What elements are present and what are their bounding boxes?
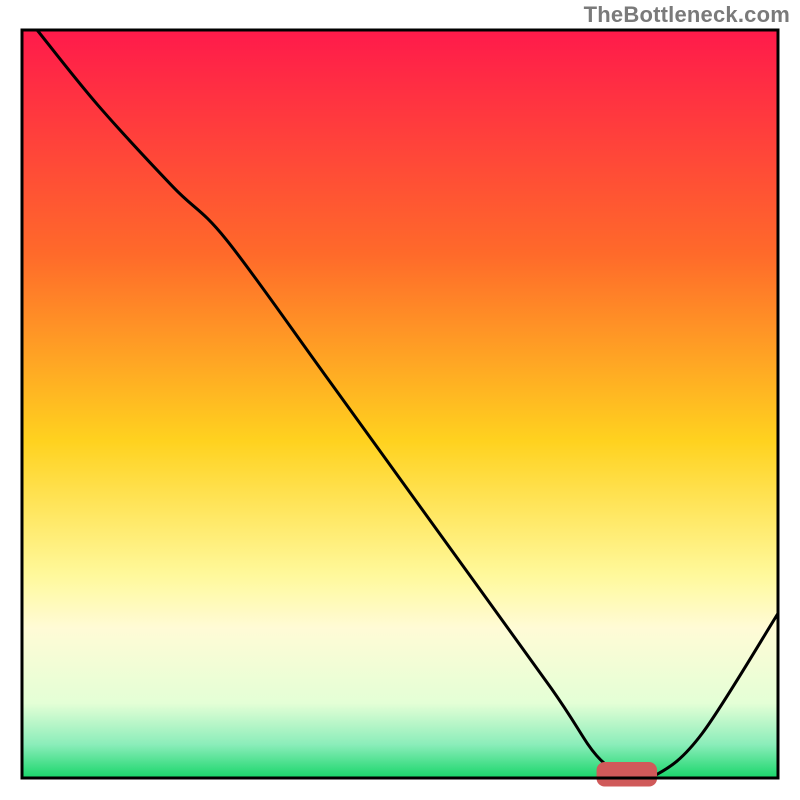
plot-area (22, 30, 778, 786)
optimal-range-marker (597, 762, 657, 786)
chart-container: { "attribution": "TheBottleneck.com", "c… (0, 0, 800, 800)
gradient-background (22, 30, 778, 778)
bottleneck-chart (0, 0, 800, 800)
